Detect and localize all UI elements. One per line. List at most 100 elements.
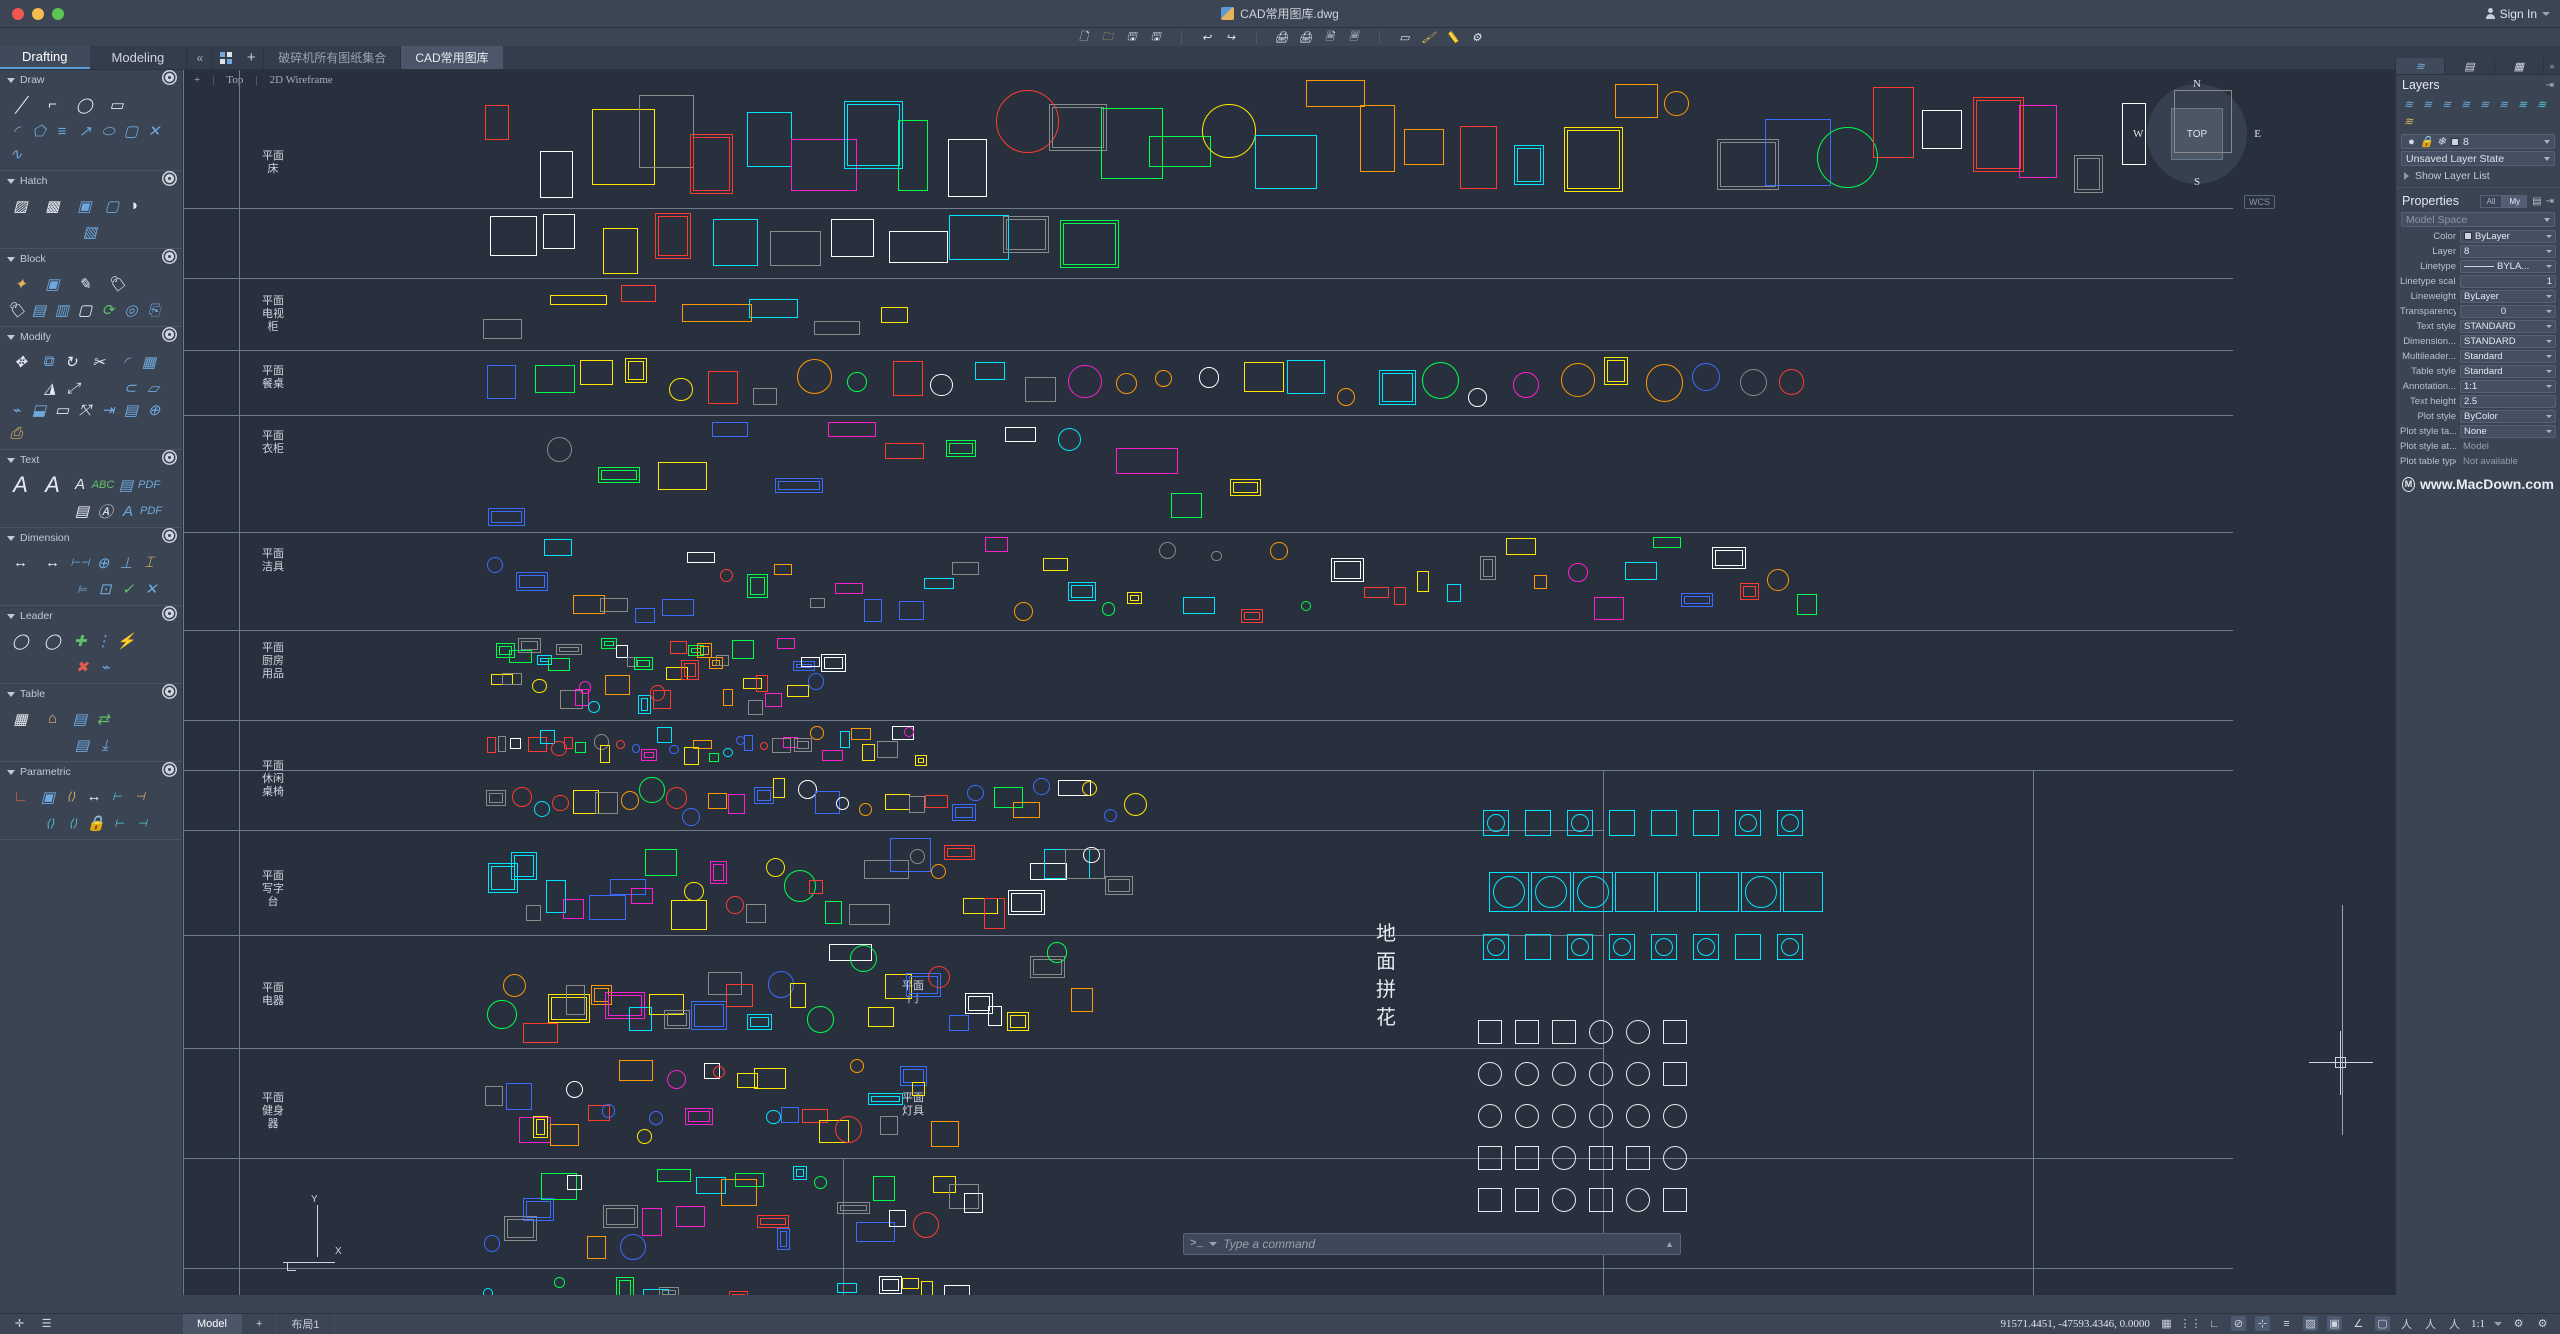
zoom-text-tool[interactable]: Ⓐ (95, 501, 115, 521)
layer-edit-icon[interactable]: ≋ (2419, 97, 2436, 112)
collapse-ribbon-button[interactable]: « (186, 46, 212, 69)
chevron-down-icon[interactable] (2544, 157, 2550, 161)
document-tab-cad-library[interactable]: CAD常用图库 (400, 46, 502, 69)
fillet-tool[interactable]: ◜ (116, 352, 136, 372)
multileader-style-tool[interactable]: ◯ (38, 626, 67, 655)
synchronize-attributes-tool[interactable]: ▥ (52, 300, 72, 320)
panel-table-header[interactable]: Table (0, 687, 182, 703)
workspace-switch-icon[interactable]: ⚙ (2511, 1316, 2526, 1331)
workspace-settings-icon[interactable]: ⚙ (1467, 27, 1487, 47)
delete-constraints-tool[interactable]: ⟨⟩ (63, 813, 83, 833)
auto-constrain-tool[interactable]: ▣ (38, 787, 58, 807)
properties-filter-my[interactable]: My (2502, 195, 2527, 208)
linear-dimension-tool[interactable]: ⊢⊣ (70, 553, 90, 573)
dimension-tool[interactable]: ↔ (6, 548, 35, 577)
extend-tool[interactable]: ⤧ (75, 400, 95, 420)
layer-lock-icon[interactable]: 🔒 (2421, 136, 2432, 147)
property-value-10[interactable]: 1:1 (2460, 380, 2556, 393)
document-tab-crusher[interactable]: 破碎机所有图纸集合 (263, 46, 400, 69)
rectangle-tool[interactable]: ▭ (102, 90, 131, 119)
aligned-constraint-tool[interactable]: ⊢ (107, 787, 127, 807)
spell-check-tool[interactable]: ABC (93, 475, 113, 495)
properties-filter-all[interactable]: All (2480, 195, 2503, 208)
dimension-edit-tool[interactable]: ⊡ (95, 579, 115, 599)
plot-icon[interactable]: 🖨 (1272, 27, 1292, 47)
make-object-layer-current-icon[interactable]: ≋ (2476, 97, 2493, 112)
hatch-edit-tool[interactable]: ▩ (38, 191, 67, 220)
property-value-6[interactable]: STANDARD (2460, 320, 2556, 333)
dimension-scale-tool[interactable]: ⌶ (139, 553, 159, 573)
panel-dimension-header[interactable]: Dimension (0, 531, 182, 547)
insert-block-tool[interactable]: ✦ (6, 269, 35, 298)
properties-tab[interactable]: ▤ (2445, 58, 2494, 74)
block-attribute-manager-tool[interactable]: ▤ (29, 300, 49, 320)
polyline-tool[interactable]: ⌐ (38, 90, 67, 119)
offset-tool[interactable]: ⊂ (120, 378, 140, 398)
customize-status-bar-icon[interactable]: ⚙ (2535, 1316, 2550, 1331)
block-editor-tool[interactable]: ✎ (70, 269, 99, 298)
batch-plot-icon[interactable]: 🗏 (1344, 27, 1364, 47)
line-tool[interactable]: ╱ (6, 90, 35, 119)
command-line[interactable]: >_ Type a command ▲ (1183, 1233, 1681, 1255)
layer-lock-icon[interactable]: ≋ (2533, 97, 2550, 112)
property-value-1[interactable]: 8 (2460, 245, 2556, 258)
property-value-9[interactable]: Standard (2460, 365, 2556, 378)
ray-tool[interactable]: ↗ (75, 121, 95, 141)
tab-layout1[interactable]: 布局1 (277, 1314, 334, 1334)
chevron-down-icon[interactable] (2546, 265, 2552, 268)
layer-properties-icon[interactable]: ≋ (2400, 97, 2417, 112)
properties-float-icon[interactable]: ⇥ (2546, 196, 2554, 207)
layer-previous-icon[interactable]: ≋ (2438, 97, 2455, 112)
show-layer-list-toggle[interactable]: Show Layer List (2396, 168, 2560, 184)
panel-leader-settings-icon[interactable] (165, 609, 174, 618)
baseline-dimension-tool[interactable]: ⊥ (116, 553, 136, 573)
property-value-3[interactable]: 1 (2460, 275, 2556, 288)
save-as-icon[interactable]: 🖫 (1146, 27, 1166, 47)
model-space-icon[interactable]: ✛ (12, 1316, 27, 1331)
show-constraints-tool[interactable]: ⟨⟩ (61, 787, 81, 807)
chevron-down-icon[interactable] (2546, 235, 2552, 238)
selection-cycling-toggle[interactable]: ▣ (2327, 1316, 2342, 1331)
single-line-text-tool[interactable]: A (70, 475, 90, 495)
hide-constraints-tool[interactable]: ⟨⟩ (40, 813, 60, 833)
snap-mode-toggle[interactable]: ⋮⋮ (2183, 1316, 2198, 1331)
chevron-down-icon[interactable] (2544, 140, 2550, 144)
layer-match-icon[interactable]: ≋ (2457, 97, 2474, 112)
insert-table-tool[interactable]: ▦ (6, 704, 35, 733)
diameter-constraint-tool[interactable]: ⊣ (132, 813, 152, 833)
polygon-tool[interactable]: ⬠ (29, 121, 49, 141)
annotation-visibility-toggle[interactable]: ∠ (2351, 1316, 2366, 1331)
linear-constraint-tool[interactable]: ↔ (84, 787, 104, 807)
show-all-drawings-icon[interactable] (213, 46, 239, 69)
layer-color-swatch[interactable] (2451, 138, 2459, 146)
annotation-scale-value[interactable]: 1:1 (2471, 1318, 2485, 1330)
erase-tool[interactable]: ⎙ (6, 423, 26, 443)
multileader-tool[interactable]: ◯ (6, 626, 35, 655)
pdf-import-tool[interactable]: PDF (141, 501, 161, 521)
chevron-down-icon[interactable] (2546, 355, 2552, 358)
tab-model[interactable]: Model (183, 1314, 242, 1334)
construction-line-tool[interactable]: ≡ (52, 121, 72, 141)
define-attributes-tool[interactable]: 🏷 (102, 269, 131, 298)
hatch-tool[interactable]: ▨ (6, 191, 35, 220)
property-value-0[interactable]: ByLayer (2460, 230, 2556, 243)
more-panels-icon[interactable]: » (2544, 58, 2560, 74)
property-value-8[interactable]: Standard (2460, 350, 2556, 363)
radial-constraint-tool[interactable]: ⊢ (109, 813, 129, 833)
radius-dimension-tool[interactable]: ⊕ (93, 553, 113, 573)
join-tool[interactable]: ⬓ (29, 400, 49, 420)
dimension-break-tool[interactable]: ✕ (141, 579, 161, 599)
command-input[interactable]: Type a command (1223, 1237, 1659, 1251)
annotation-monitor-toggle[interactable]: 人 (2447, 1316, 2462, 1331)
layer-freeze-icon[interactable]: ❄ (2436, 136, 2447, 147)
layer-state-selector[interactable]: Unsaved Layer State (2401, 151, 2555, 166)
sign-in-button[interactable]: Sign In (2486, 7, 2550, 21)
layers-float-icon[interactable]: ⇥ (2546, 80, 2554, 91)
property-value-11[interactable]: 2.5 (2460, 395, 2556, 408)
text-editor-tool[interactable]: ▤ (116, 475, 136, 495)
open-drawing-icon[interactable]: 🗀 (1098, 27, 1118, 47)
isolate-objects-toggle[interactable]: ▢ (2375, 1316, 2390, 1331)
array-tool[interactable]: ▦ (139, 352, 159, 372)
panel-hatch-settings-icon[interactable] (165, 174, 174, 183)
explode-tool[interactable]: ⌁ (6, 400, 26, 420)
